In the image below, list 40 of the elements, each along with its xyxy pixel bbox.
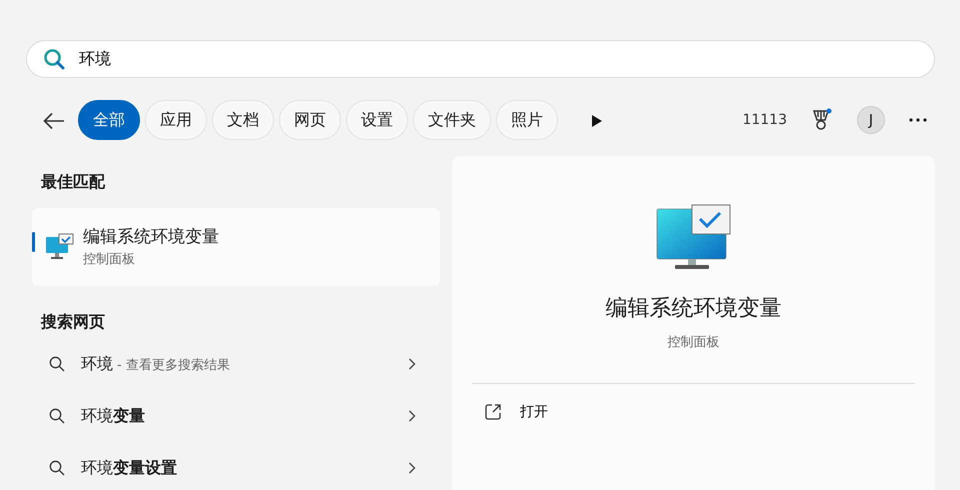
search-icon (49, 408, 65, 424)
chevron-right-icon (408, 462, 416, 474)
detail-title: 编辑系统环境变量 (606, 295, 782, 323)
filter-tab[interactable]: 全部 (78, 100, 140, 140)
result-subtitle: 控制面板 (83, 251, 136, 269)
external-link-icon (484, 403, 502, 421)
play-icon[interactable] (591, 114, 603, 128)
search-icon (49, 460, 65, 476)
filter-tab[interactable]: 文件夹 (413, 100, 491, 140)
filter-tab[interactable]: 设置 (346, 100, 408, 140)
search-icon (43, 48, 65, 70)
best-match-item[interactable]: 编辑系统环境变量 控制面板 (32, 208, 440, 286)
search-field[interactable]: 环境 (79, 47, 918, 71)
search-box[interactable]: 环境 (26, 40, 935, 78)
section-heading: 最佳匹配 (40, 171, 106, 193)
filter-tab[interactable]: 照片 (496, 100, 558, 140)
points-count: 11113 (742, 110, 787, 130)
suggestion-text: 环境变量设置 (81, 458, 177, 477)
monitor-icon (45, 233, 75, 261)
web-suggestion[interactable]: 环境变量 (32, 390, 440, 442)
filter-tab[interactable]: 应用 (145, 100, 207, 140)
detail-subtitle: 控制面板 (668, 334, 720, 352)
medal-icon[interactable] (811, 108, 833, 132)
search-icon (49, 356, 65, 372)
suggestion-text: 环境变量 (81, 406, 145, 425)
back-arrow-icon[interactable] (42, 112, 66, 130)
section-heading: 搜索网页 (40, 311, 106, 333)
web-suggestion[interactable]: 环境变量设置 (32, 442, 440, 490)
result-title: 编辑系统环境变量 (83, 226, 219, 248)
chevron-right-icon (408, 358, 416, 370)
suggestion-hint: - 查看更多搜索结果 (117, 358, 230, 373)
filter-tab[interactable]: 文档 (212, 100, 274, 140)
web-suggestion[interactable]: 环境 - 查看更多搜索结果 (32, 338, 440, 390)
chevron-right-icon (408, 410, 416, 422)
more-options-icon[interactable] (909, 118, 927, 122)
user-avatar[interactable]: J (857, 106, 885, 134)
monitor-icon (656, 204, 732, 270)
open-action[interactable]: 打开 (472, 392, 560, 432)
suggestion-text: 环境 (81, 354, 113, 373)
filter-tab[interactable]: 网页 (279, 100, 341, 140)
